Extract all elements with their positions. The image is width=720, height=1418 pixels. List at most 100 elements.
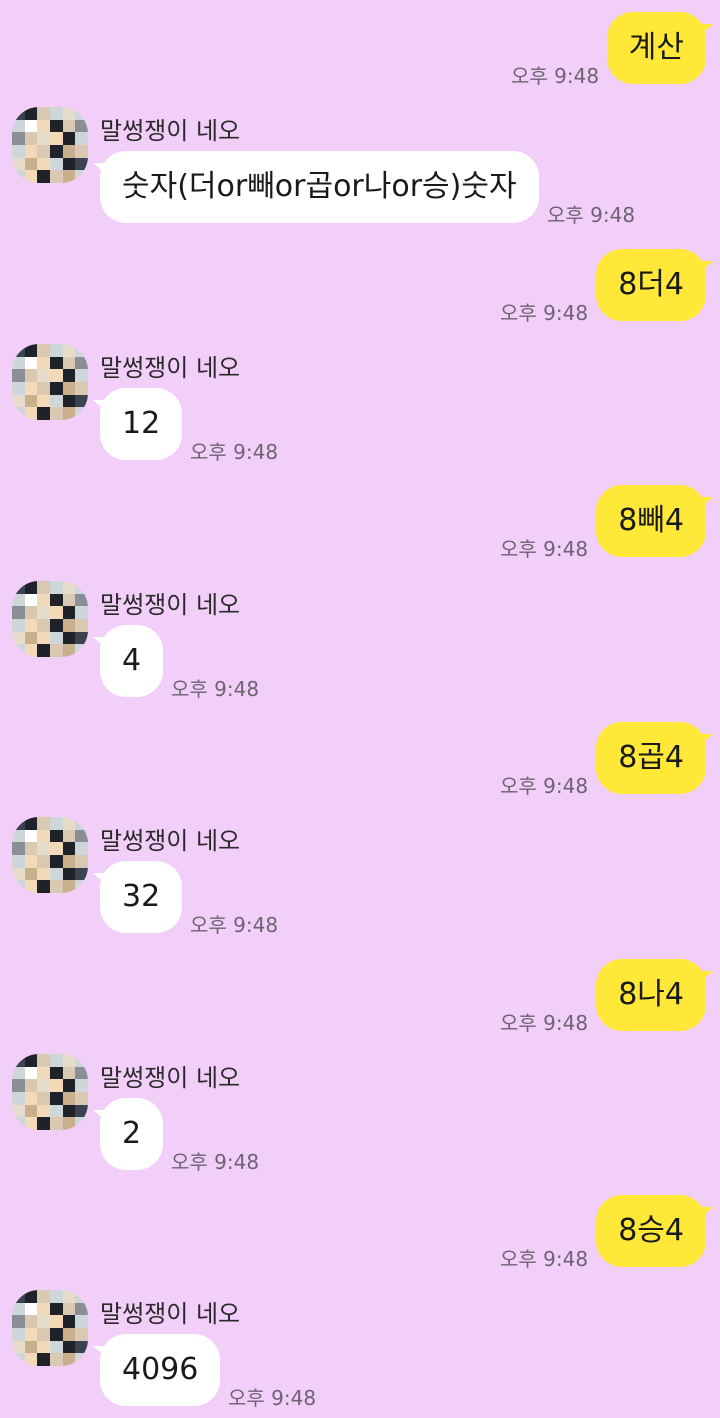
avatar-pixel <box>50 369 63 382</box>
avatar-pixel <box>50 581 63 594</box>
sent-bubble[interactable]: 8더4 <box>596 249 713 321</box>
avatar-pixel <box>37 1290 50 1303</box>
avatar-pixel <box>12 1353 25 1366</box>
contact-avatar-icon[interactable] <box>12 581 88 657</box>
contact-avatar-icon[interactable] <box>12 344 88 420</box>
avatar-pixel <box>12 1340 25 1354</box>
avatar-pixel <box>62 631 76 645</box>
avatar-pixel <box>75 631 88 645</box>
avatar-pixel <box>75 344 88 357</box>
avatar-pixel <box>75 855 88 868</box>
avatar-pixel <box>75 842 88 855</box>
avatar-pixel <box>24 344 38 357</box>
avatar-pixel <box>12 394 25 408</box>
avatar-pixel <box>50 842 63 855</box>
sent-bubble[interactable]: 계산 <box>606 12 714 84</box>
avatar-pixel <box>50 107 63 120</box>
avatar-pixel <box>50 356 63 370</box>
avatar-pixel <box>50 644 63 657</box>
avatar-pixel <box>50 145 63 158</box>
avatar-pixel <box>12 631 25 645</box>
avatar-pixel <box>37 593 50 607</box>
avatar-pixel <box>12 606 25 619</box>
avatar-pixel <box>62 1302 76 1316</box>
avatar-pixel <box>62 817 76 830</box>
message-time: 오후 9:48 <box>171 677 260 701</box>
avatar-pixel <box>50 1079 63 1092</box>
avatar-pixel <box>24 581 38 594</box>
contact-avatar-icon[interactable] <box>12 1054 88 1130</box>
avatar-pixel <box>75 1353 88 1366</box>
avatar-pixel <box>37 842 50 855</box>
contact-avatar-icon[interactable] <box>12 817 88 893</box>
avatar-pixel <box>62 606 76 619</box>
avatar-pixel <box>24 1290 38 1303</box>
avatar-pixel <box>24 1302 38 1316</box>
received-bubble[interactable]: 32 <box>92 861 183 933</box>
received-bubble[interactable]: 4096 <box>92 1334 221 1406</box>
sent-bubble[interactable]: 8승4 <box>596 1195 713 1267</box>
avatar-pixel <box>12 1066 25 1080</box>
avatar-pixel <box>62 619 76 632</box>
avatar-pixel <box>12 593 25 607</box>
avatar-pixel <box>62 1066 76 1080</box>
avatar-pixel <box>50 1302 63 1316</box>
avatar-pixel <box>75 1315 88 1328</box>
avatar-pixel <box>12 1054 25 1067</box>
avatar-pixel <box>24 817 38 830</box>
avatar-pixel <box>37 1328 50 1341</box>
avatar-pixel <box>12 157 25 171</box>
avatar-pixel <box>12 855 25 868</box>
avatar-pixel <box>37 1054 50 1067</box>
avatar-pixel <box>75 619 88 632</box>
received-bubble[interactable]: 2 <box>92 1098 164 1170</box>
avatar-pixel <box>50 829 63 843</box>
avatar-pixel <box>24 132 38 145</box>
chat-message-list[interactable]: 계산 오후 9:48 말썽쟁이 네오 숫자(더or빼or곱or나or승)숫자 오… <box>0 0 720 1418</box>
avatar-pixel <box>75 1117 88 1130</box>
contact-avatar-icon[interactable] <box>12 107 88 183</box>
received-bubble[interactable]: 12 <box>92 388 183 460</box>
avatar-pixel <box>62 1353 76 1366</box>
avatar-pixel <box>75 394 88 408</box>
avatar-pixel <box>75 880 88 893</box>
avatar-pixel <box>37 1092 50 1105</box>
avatar-pixel <box>75 132 88 145</box>
message-time: 오후 9:48 <box>547 203 636 227</box>
avatar-pixel <box>75 644 88 657</box>
received-bubble[interactable]: 숫자(더or빼or곱or나or승)숫자 <box>93 151 539 223</box>
contact-avatar-icon[interactable] <box>12 1290 88 1366</box>
avatar-pixel <box>12 356 25 370</box>
avatar-pixel <box>24 619 38 632</box>
avatar-pixel <box>12 1079 25 1092</box>
avatar-pixel <box>24 880 38 893</box>
avatar-pixel <box>50 606 63 619</box>
avatar-pixel <box>24 1054 38 1067</box>
avatar-pixel <box>24 394 38 408</box>
avatar-pixel <box>62 581 76 594</box>
avatar-pixel <box>62 157 76 171</box>
avatar-pixel <box>50 132 63 145</box>
avatar-pixel <box>62 344 76 357</box>
avatar-pixel <box>37 394 50 408</box>
avatar-pixel <box>12 1290 25 1303</box>
avatar-pixel <box>62 132 76 145</box>
avatar-pixel <box>24 407 38 420</box>
avatar-pixel <box>62 356 76 370</box>
sent-bubble[interactable]: 8곱4 <box>596 722 713 794</box>
avatar-pixel <box>50 1315 63 1328</box>
contact-name: 말썽쟁이 네오 <box>100 827 241 855</box>
avatar-pixel <box>37 356 50 370</box>
avatar-pixel <box>12 842 25 855</box>
avatar-pixel <box>75 606 88 619</box>
avatar-pixel <box>62 1092 76 1105</box>
received-bubble[interactable]: 4 <box>92 625 164 697</box>
avatar-pixel <box>62 1104 76 1118</box>
sent-bubble[interactable]: 8빼4 <box>596 485 713 557</box>
avatar-pixel <box>24 157 38 171</box>
avatar-pixel <box>62 382 76 395</box>
avatar-pixel <box>50 119 63 133</box>
avatar-pixel <box>24 1066 38 1080</box>
sent-bubble[interactable]: 8나4 <box>596 959 713 1031</box>
avatar-pixel <box>50 1290 63 1303</box>
